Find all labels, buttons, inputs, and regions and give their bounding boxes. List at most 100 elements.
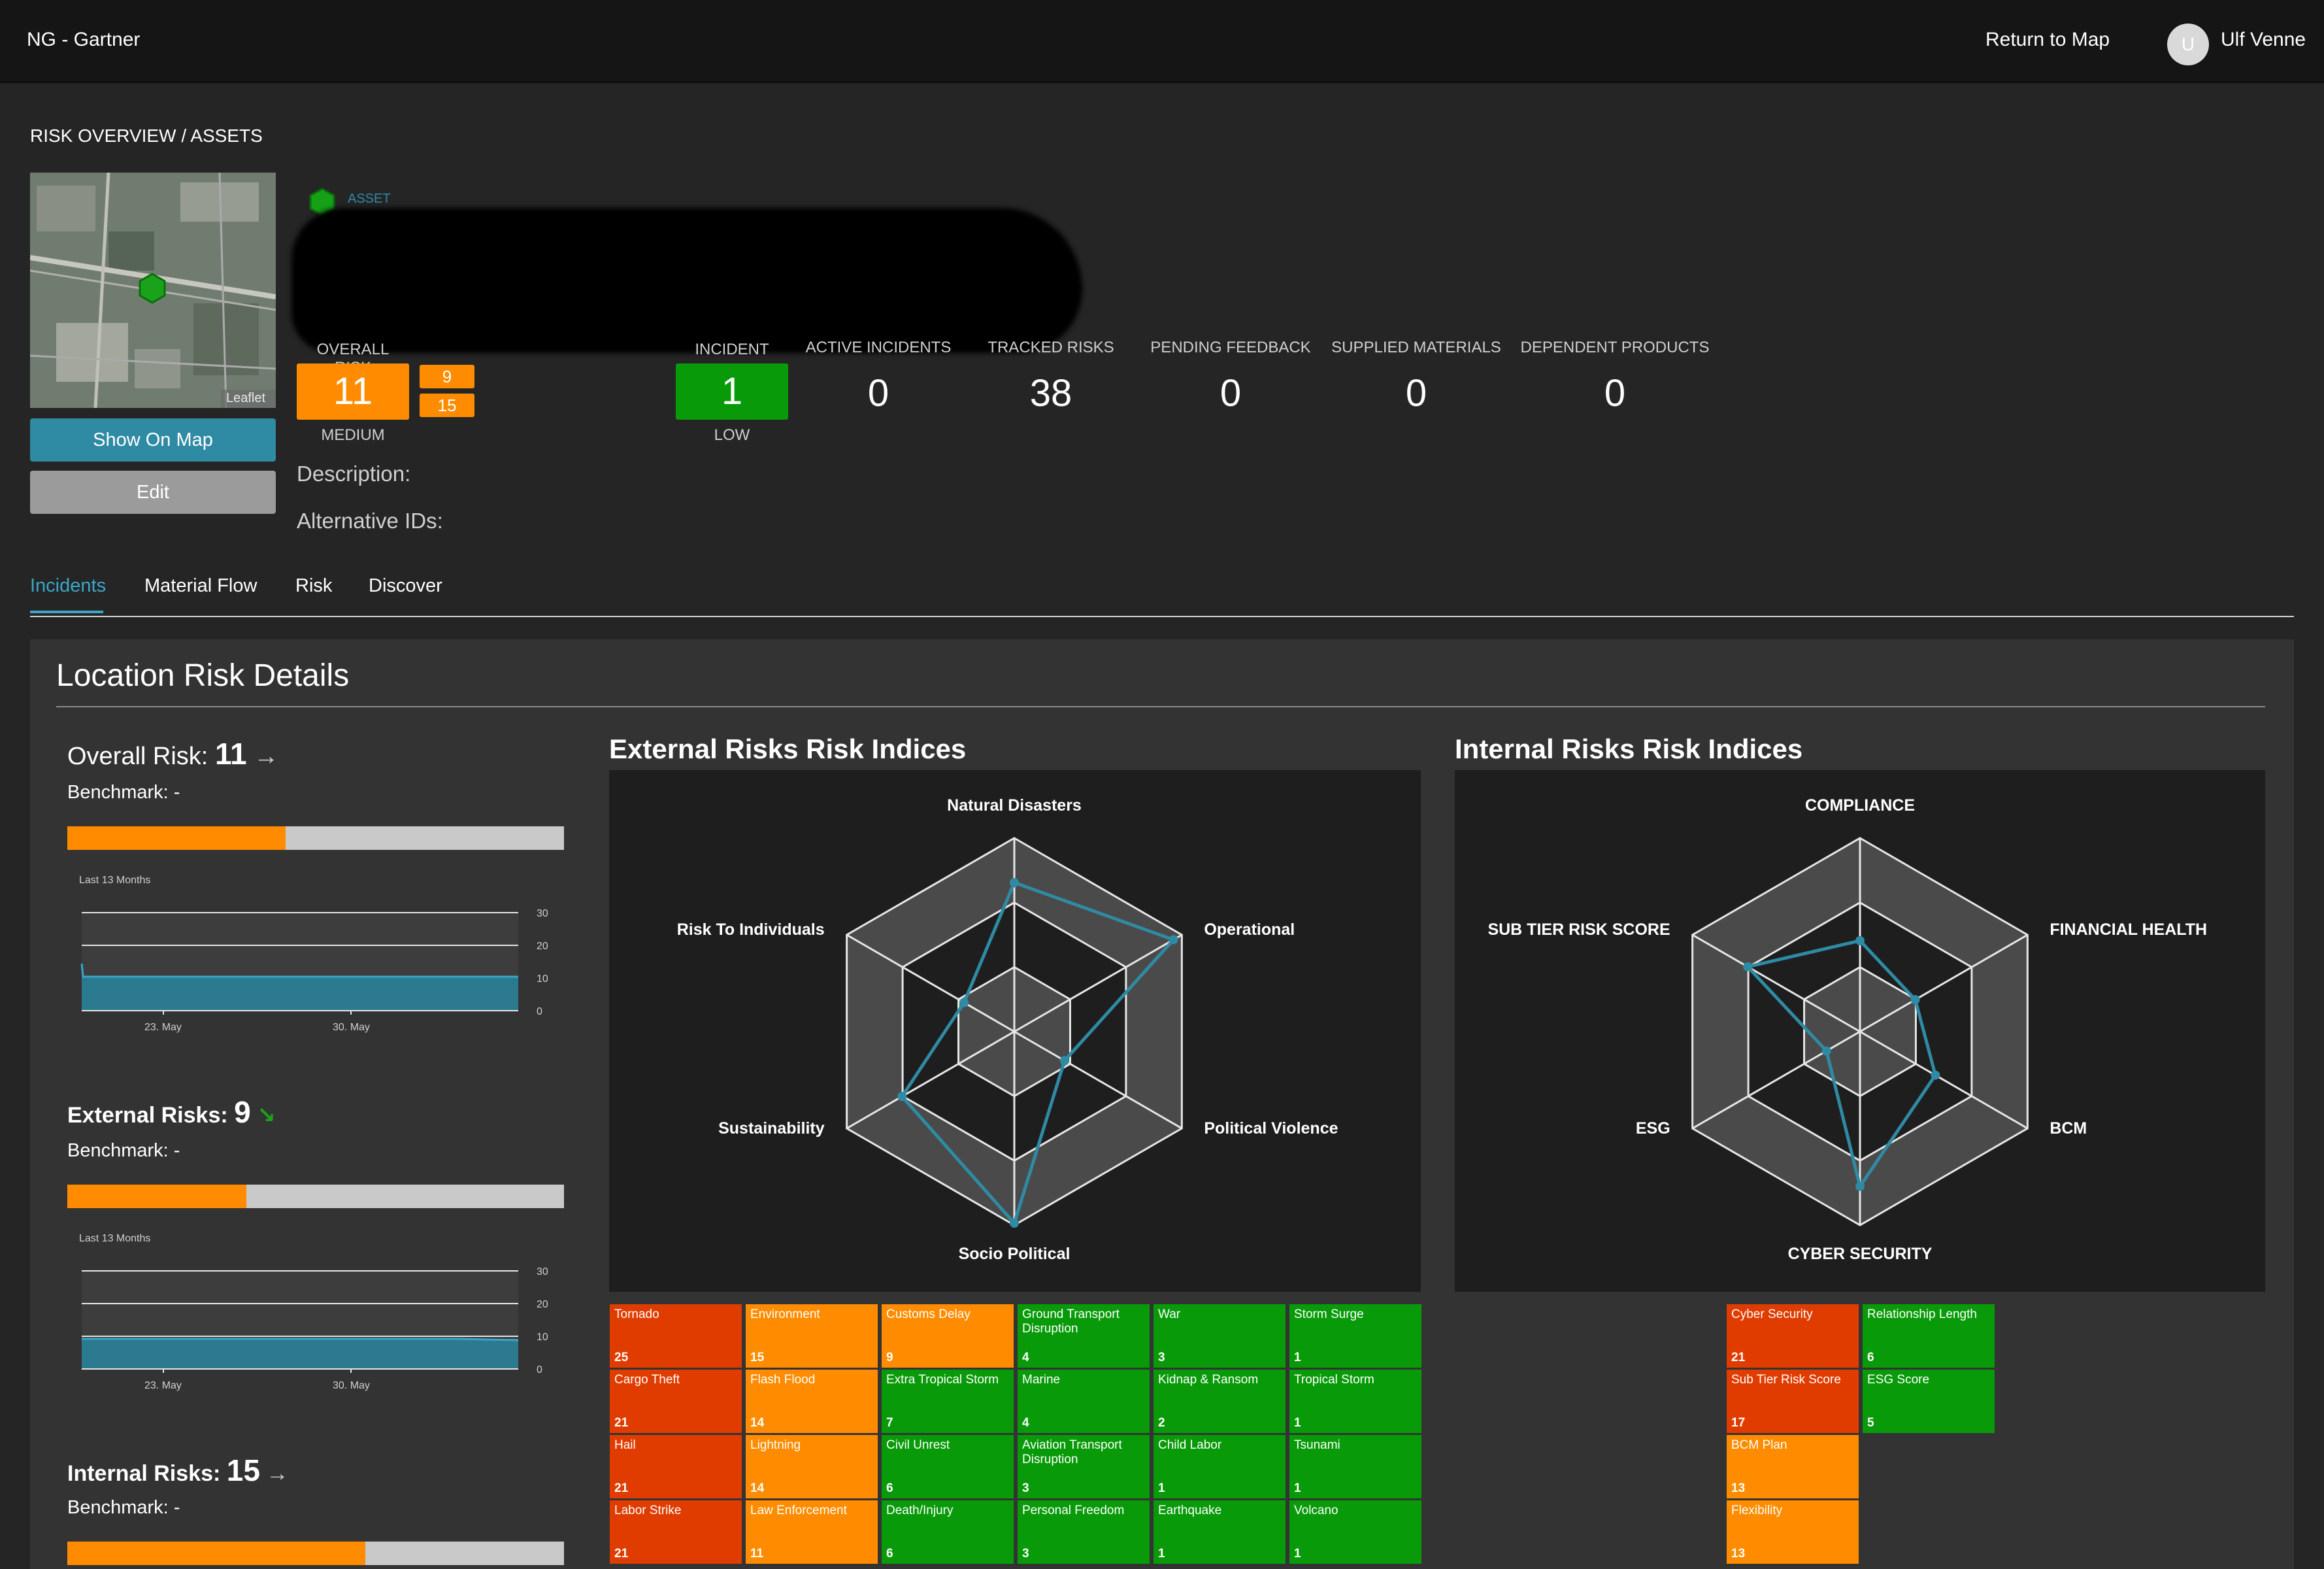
overall-trend-label: Last 13 Months	[79, 875, 151, 886]
external-risk-tile-name: War	[1158, 1308, 1181, 1321]
incident-label: INCIDENT	[695, 341, 769, 358]
external-radar-data-point[interactable]	[1010, 878, 1019, 888]
internal-radar-data-point[interactable]	[1855, 1181, 1865, 1191]
external-risk-tile-value: 11	[750, 1547, 764, 1561]
supplied-materials-value[interactable]: 0	[1331, 371, 1502, 415]
external-risk-tile-name: Tornado	[614, 1308, 659, 1321]
internal-risk-tile-name: Cyber Security	[1731, 1308, 1813, 1321]
external-radar-data-point[interactable]	[959, 998, 969, 1007]
external-radar-data-point[interactable]	[1010, 1219, 1019, 1228]
external-risk-tile-value: 1	[1158, 1481, 1165, 1495]
pending-feedback-value[interactable]: 0	[1149, 371, 1312, 415]
external-risk-tile-name: Extra Tropical Storm	[886, 1373, 999, 1387]
external-risk-tile-value: 9	[886, 1351, 893, 1364]
external-trend-label: Last 13 Months	[79, 1233, 151, 1244]
internal-risk-bar-fill	[67, 1542, 365, 1565]
y-tick-label: 10	[537, 1332, 548, 1343]
external-risk-tile[interactable]: War 3	[1154, 1304, 1286, 1368]
internal-risk-tile[interactable]: Sub Tier Risk Score 17	[1727, 1370, 1859, 1433]
external-risk-tile-value: 1	[1158, 1547, 1165, 1561]
internal-risk-tile-value: 6	[1867, 1351, 1874, 1364]
asset-map-thumbnail[interactable]: Leaflet	[30, 173, 276, 408]
tab-discover[interactable]: Discover	[369, 575, 442, 597]
tab-risk[interactable]: Risk	[295, 575, 332, 597]
incident-badge[interactable]: 1	[676, 363, 788, 420]
return-to-map-link[interactable]: Return to Map	[1985, 29, 2110, 51]
external-risk-tile[interactable]: Ground Transport Disruption 4	[1018, 1304, 1150, 1368]
external-risk-tile[interactable]: Personal Freedom 3	[1018, 1500, 1150, 1564]
internal-risk-tile[interactable]: Flexibility 13	[1727, 1500, 1859, 1564]
external-risk-tile[interactable]: Cargo Theft 21	[610, 1370, 742, 1433]
internal-risk-tile[interactable]: BCM Plan 13	[1727, 1435, 1859, 1498]
internal-risk-tile-name: Flexibility	[1731, 1504, 1783, 1517]
overall-risk-stat-value: 11	[214, 737, 247, 771]
internal-radar-data-point[interactable]	[1855, 936, 1865, 945]
external-radar-axis-label: Socio Political	[959, 1245, 1071, 1263]
user-name[interactable]: Ulf Venne	[2221, 29, 2306, 51]
internal-radar-data-point[interactable]	[1743, 962, 1753, 971]
internal-risk-tile[interactable]: ESG Score 5	[1863, 1370, 1995, 1433]
external-risk-tile[interactable]: Labor Strike 21	[610, 1500, 742, 1564]
external-risk-tile-value: 6	[886, 1481, 893, 1495]
external-risk-tile[interactable]: Kidnap & Ransom 2	[1154, 1370, 1286, 1433]
internal-risk-tile-value: 13	[1731, 1547, 1746, 1561]
tab-material-flow[interactable]: Material Flow	[144, 575, 257, 597]
show-on-map-button[interactable]: Show On Map	[30, 418, 276, 462]
internal-risk-tile[interactable]: Cyber Security 21	[1727, 1304, 1859, 1368]
internal-benchmark: Benchmark: -	[67, 1497, 180, 1518]
external-risk-tile-value: 6	[886, 1547, 893, 1561]
external-risk-tile-value: 7	[886, 1416, 893, 1430]
external-risk-tile[interactable]: Extra Tropical Storm 7	[882, 1370, 1014, 1433]
external-risk-tile[interactable]: Earthquake 1	[1154, 1500, 1286, 1564]
external-risk-tile[interactable]: Tornado 25	[610, 1304, 742, 1368]
map-attribution[interactable]: Leaflet	[226, 391, 265, 406]
external-risk-tile[interactable]: Volcano 1	[1289, 1500, 1421, 1564]
external-radar-data-point[interactable]	[897, 1092, 907, 1102]
internal-risk-stat-value: 15	[226, 1453, 260, 1487]
external-risk-tile[interactable]: Marine 4	[1018, 1370, 1150, 1433]
active-incidents-value[interactable]: 0	[800, 371, 957, 415]
external-risk-tile[interactable]: Tsunami 1	[1289, 1435, 1421, 1498]
app-brand[interactable]: NG - Gartner	[27, 29, 140, 51]
overall-risk-badge[interactable]: 11	[297, 363, 409, 420]
external-risk-mini-badge[interactable]: 9	[420, 365, 474, 388]
internal-risk-tile[interactable]: Relationship Length 6	[1863, 1304, 1995, 1368]
internal-radar-data-point[interactable]	[1931, 1070, 1940, 1080]
arrow-right-icon[interactable]: →	[254, 743, 278, 770]
internal-radar-data-point[interactable]	[1910, 995, 1920, 1005]
external-risk-tile[interactable]: Environment 15	[746, 1304, 878, 1368]
external-risk-tile-name: Cargo Theft	[614, 1373, 680, 1387]
external-risk-tile-name: Lightning	[750, 1438, 801, 1452]
external-risk-tile[interactable]: Death/Injury 6	[882, 1500, 1014, 1564]
external-risk-tile[interactable]: Customs Delay 9	[882, 1304, 1014, 1368]
breadcrumb[interactable]: RISK OVERVIEW / ASSETS	[30, 126, 263, 146]
tracked-risks-value[interactable]: 38	[979, 371, 1123, 415]
external-risk-tile[interactable]: Storm Surge 1	[1289, 1304, 1421, 1368]
internal-risk-stat: Internal Risks: 15 →	[67, 1453, 288, 1488]
external-risk-tile[interactable]: Flash Flood 14	[746, 1370, 878, 1433]
internal-risk-bar	[67, 1542, 564, 1565]
tab-incidents[interactable]: Incidents	[30, 575, 106, 597]
dependent-products-label: DEPENDENT PRODUCTS	[1520, 339, 1710, 356]
overall-risk-bar	[67, 826, 564, 850]
external-risk-tile[interactable]: Lightning 14	[746, 1435, 878, 1498]
external-radar-data-point[interactable]	[1059, 1056, 1069, 1066]
trend-down-icon[interactable]: ↘	[257, 1103, 276, 1128]
external-radar-data-point[interactable]	[1169, 935, 1178, 945]
external-risk-tile[interactable]: Civil Unrest 6	[882, 1435, 1014, 1498]
external-risk-tile[interactable]: Law Enforcement 11	[746, 1500, 878, 1564]
external-risk-tile-name: Storm Surge	[1294, 1308, 1364, 1321]
external-risk-tile[interactable]: Aviation Transport Disruption 3	[1018, 1435, 1150, 1498]
external-risk-tile-name: Law Enforcement	[750, 1504, 847, 1517]
external-risk-tile[interactable]: Child Labor 1	[1154, 1435, 1286, 1498]
avatar[interactable]: U	[2167, 24, 2209, 65]
external-risk-tile[interactable]: Tropical Storm 1	[1289, 1370, 1421, 1433]
internal-risk-mini-badge[interactable]: 15	[420, 394, 474, 417]
y-tick-label: 0	[537, 1364, 542, 1375]
edit-button[interactable]: Edit	[30, 471, 276, 514]
arrow-right-icon[interactable]: →	[266, 1461, 288, 1486]
dependent-products-value[interactable]: 0	[1520, 371, 1710, 415]
y-tick-label: 30	[537, 908, 548, 919]
external-risk-tile[interactable]: Hail 21	[610, 1435, 742, 1498]
internal-radar-data-point[interactable]	[1821, 1046, 1831, 1056]
